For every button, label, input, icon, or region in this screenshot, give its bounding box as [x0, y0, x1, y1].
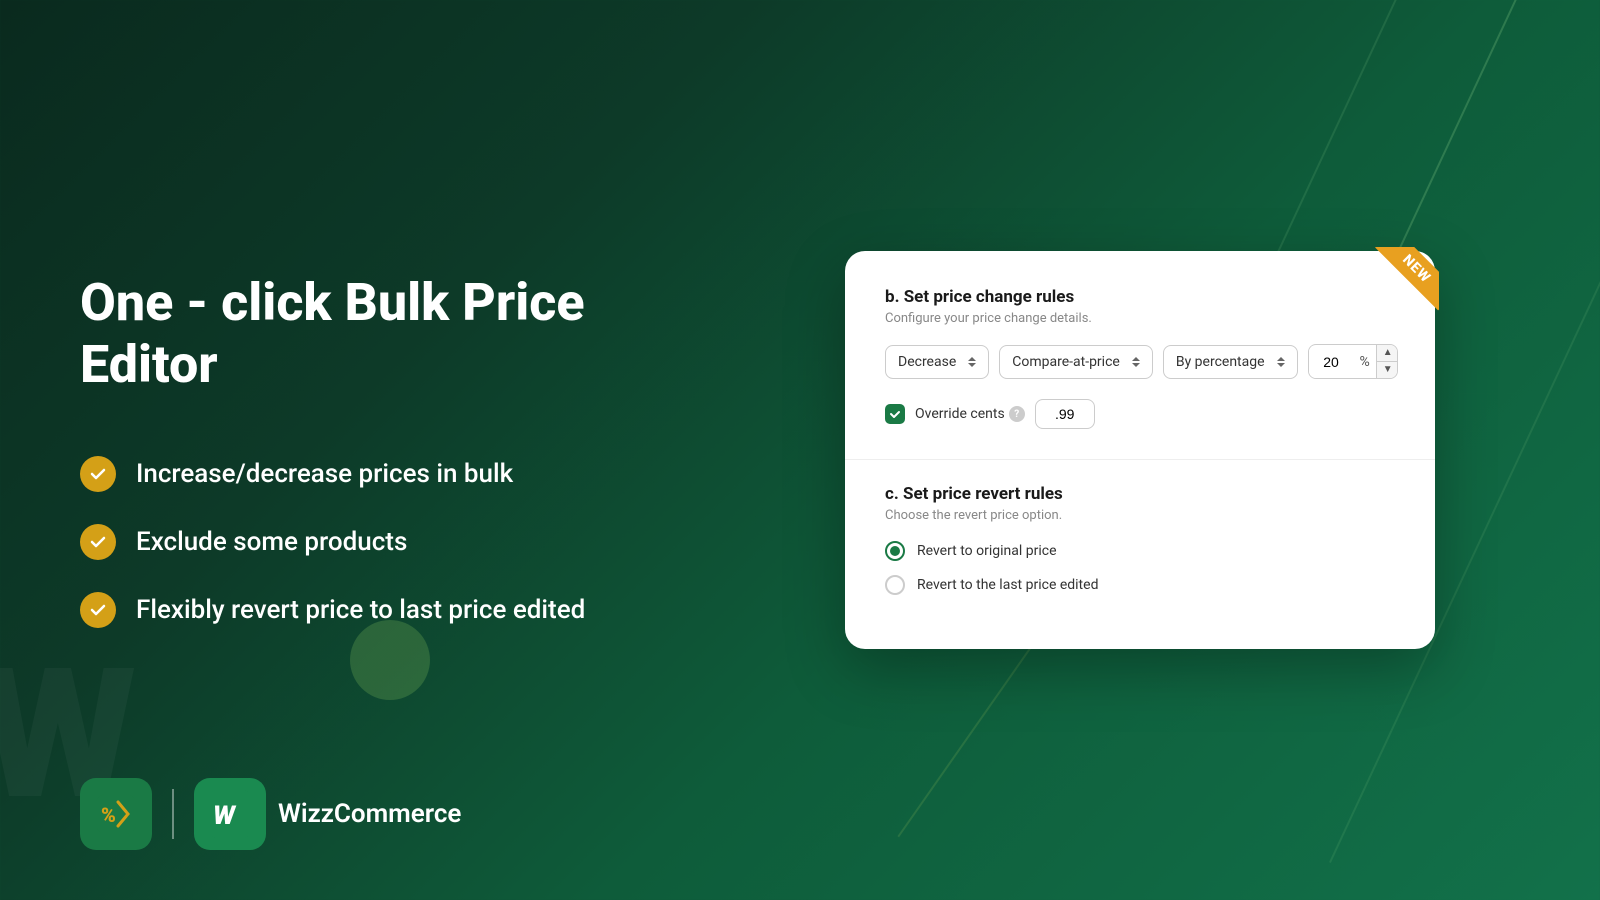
main-content: One - click Bulk Price Editor Increase/d…: [0, 0, 1600, 900]
checkmark-svg-3: [88, 600, 108, 620]
brand-divider: [172, 789, 174, 839]
feature-list: Increase/decrease prices in bulk Exclude…: [80, 456, 680, 628]
override-label: Override cents ?: [915, 406, 1025, 422]
arrow-up-icon: [968, 357, 976, 361]
radio-option-original[interactable]: Revert to original price: [885, 541, 1395, 561]
checkmark-svg-1: [88, 464, 108, 484]
check-icon-1: [80, 456, 116, 492]
override-checkbox[interactable]: [885, 404, 905, 424]
svg-text:%: %: [101, 803, 116, 827]
svg-text:W: W: [213, 801, 237, 831]
feature-item-3: Flexibly revert price to last price edit…: [80, 592, 680, 628]
section-b-title: b. Set price change rules: [885, 287, 1395, 307]
hero-title: One - click Bulk Price Editor: [80, 272, 680, 397]
decrease-label: Decrease: [898, 354, 956, 370]
stepper-down-button[interactable]: ▼: [1377, 362, 1398, 378]
section-divider: [845, 459, 1435, 460]
app-logo-svg: %: [96, 794, 136, 834]
controls-row: Decrease Compare-at-price: [885, 344, 1395, 379]
check-icon-2: [80, 524, 116, 560]
check-icon-3: [80, 592, 116, 628]
branding-bar: % W WizzCommerce: [80, 778, 461, 850]
new-badge: NEW: [1375, 247, 1439, 310]
feature-item-1: Increase/decrease prices in bulk: [80, 456, 680, 492]
arrow-down-icon-3: [1277, 363, 1285, 367]
decrease-arrows: [968, 357, 976, 367]
brand-name: WizzCommerce: [278, 799, 461, 829]
feature-text-1: Increase/decrease prices in bulk: [136, 459, 513, 489]
stepper-up-button[interactable]: ▲: [1377, 345, 1398, 362]
by-percentage-label: By percentage: [1176, 354, 1265, 370]
section-b: b. Set price change rules Configure your…: [885, 287, 1395, 429]
arrow-up-icon-3: [1277, 357, 1285, 361]
section-c-title: c. Set price revert rules: [885, 484, 1395, 504]
feature-text-2: Exclude some products: [136, 527, 407, 557]
compare-arrows: [1132, 357, 1140, 367]
app-logo-icon: %: [80, 778, 152, 850]
percent-symbol: %: [1354, 354, 1376, 370]
compare-label: Compare-at-price: [1012, 354, 1120, 370]
feature-text-3: Flexibly revert price to last price edit…: [136, 595, 585, 625]
decrease-select[interactable]: Decrease: [885, 345, 989, 379]
wizzcommerce-logo-icon: W: [194, 778, 266, 850]
radio-label-last: Revert to the last price edited: [917, 577, 1098, 593]
checkmark-svg-2: [88, 532, 108, 552]
arrow-down-icon: [968, 363, 976, 367]
section-c-subtitle: Choose the revert price option.: [885, 508, 1395, 523]
brand-wizzcommerce: W WizzCommerce: [194, 778, 461, 850]
wizzcommerce-logo-svg: W: [206, 790, 254, 838]
by-percentage-select[interactable]: By percentage: [1163, 345, 1298, 379]
section-b-subtitle: Configure your price change details.: [885, 311, 1395, 326]
radio-label-original: Revert to original price: [917, 543, 1057, 559]
radio-inner-original: [890, 546, 900, 556]
right-panel: NEW b. Set price change rules Configure …: [760, 251, 1520, 649]
arrow-up-icon-2: [1132, 357, 1140, 361]
by-percentage-arrows: [1277, 357, 1285, 367]
percentage-input-wrapper: % ▲ ▼: [1308, 344, 1398, 379]
section-c: c. Set price revert rules Choose the rev…: [885, 484, 1395, 595]
left-panel: One - click Bulk Price Editor Increase/d…: [80, 272, 680, 629]
radio-option-last[interactable]: Revert to the last price edited: [885, 575, 1395, 595]
percentage-input[interactable]: [1309, 346, 1354, 378]
checkbox-checkmark: [889, 408, 901, 420]
arrow-down-icon-2: [1132, 363, 1140, 367]
cents-input[interactable]: [1035, 399, 1095, 429]
override-row: Override cents ?: [885, 399, 1395, 429]
feature-item-2: Exclude some products: [80, 524, 680, 560]
stepper-buttons: ▲ ▼: [1376, 345, 1398, 378]
price-card: NEW b. Set price change rules Configure …: [845, 251, 1435, 649]
info-icon[interactable]: ?: [1009, 406, 1025, 422]
new-badge-container: NEW: [1359, 247, 1439, 327]
radio-outer-last: [885, 575, 905, 595]
radio-outer-original: [885, 541, 905, 561]
compare-select[interactable]: Compare-at-price: [999, 345, 1153, 379]
